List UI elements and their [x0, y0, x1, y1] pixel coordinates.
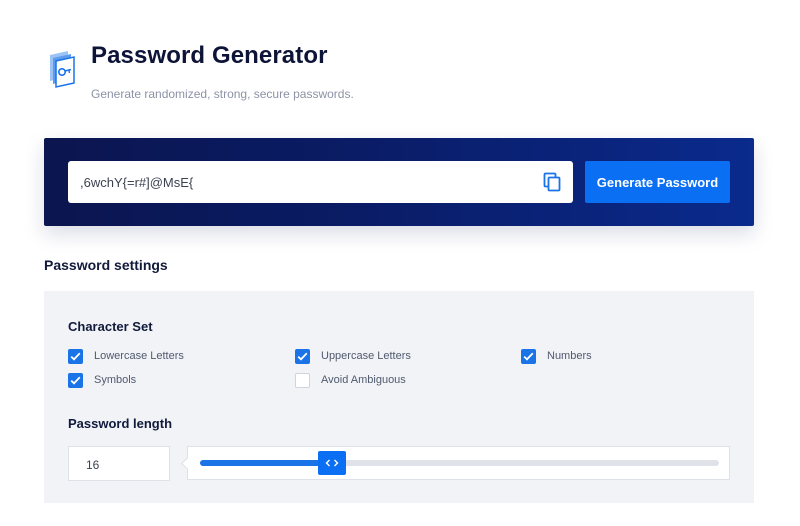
option-label: Lowercase Letters	[94, 350, 184, 362]
option-lowercase[interactable]: Lowercase Letters	[68, 348, 184, 364]
settings-panel: Character Set Lowercase Letters Uppercas…	[44, 291, 754, 503]
option-uppercase[interactable]: Uppercase Letters	[295, 348, 411, 364]
settings-heading: Password settings	[44, 257, 168, 273]
option-label: Uppercase Letters	[321, 350, 411, 362]
slider-pointer-notch	[181, 457, 194, 470]
check-icon	[523, 352, 534, 361]
generate-password-button[interactable]: Generate Password	[585, 161, 730, 203]
check-icon	[297, 352, 308, 361]
password-output-field[interactable]: ,6wchY{=r#]@MsE{	[68, 161, 573, 203]
length-slider-thumb[interactable]	[318, 451, 347, 475]
length-input[interactable]: 16	[68, 446, 170, 481]
page-subtitle: Generate randomized, strong, secure pass…	[91, 87, 354, 101]
drag-arrows-icon	[325, 459, 339, 467]
password-value[interactable]: ,6wchY{=r#]@MsE{	[80, 175, 193, 190]
option-avoid-ambiguous[interactable]: Avoid Ambiguous	[295, 372, 406, 388]
option-label: Avoid Ambiguous	[321, 374, 406, 386]
lowercase-checkbox[interactable]	[68, 348, 83, 364]
generator-panel: ,6wchY{=r#]@MsE{ Generate Password	[44, 138, 754, 226]
check-icon	[70, 376, 81, 385]
character-set-label: Character Set	[68, 319, 153, 334]
copy-icon[interactable]	[543, 172, 561, 192]
option-numbers[interactable]: Numbers	[521, 348, 592, 364]
symbols-checkbox[interactable]	[68, 372, 83, 388]
numbers-checkbox[interactable]	[521, 348, 536, 364]
length-slider-fill	[200, 460, 333, 466]
key-document-icon	[50, 51, 75, 88]
option-label: Symbols	[94, 374, 137, 386]
option-label: Numbers	[547, 350, 592, 362]
uppercase-checkbox[interactable]	[295, 348, 310, 364]
length-slider-track[interactable]	[200, 451, 719, 475]
page-title: Password Generator	[91, 42, 328, 69]
length-slider-container	[181, 446, 730, 480]
option-symbols[interactable]: Symbols	[68, 372, 136, 388]
avoid-ambiguous-checkbox[interactable]	[295, 372, 310, 388]
check-icon	[70, 352, 81, 361]
password-length-label: Password length	[68, 416, 173, 431]
length-value[interactable]: 16	[86, 458, 99, 472]
